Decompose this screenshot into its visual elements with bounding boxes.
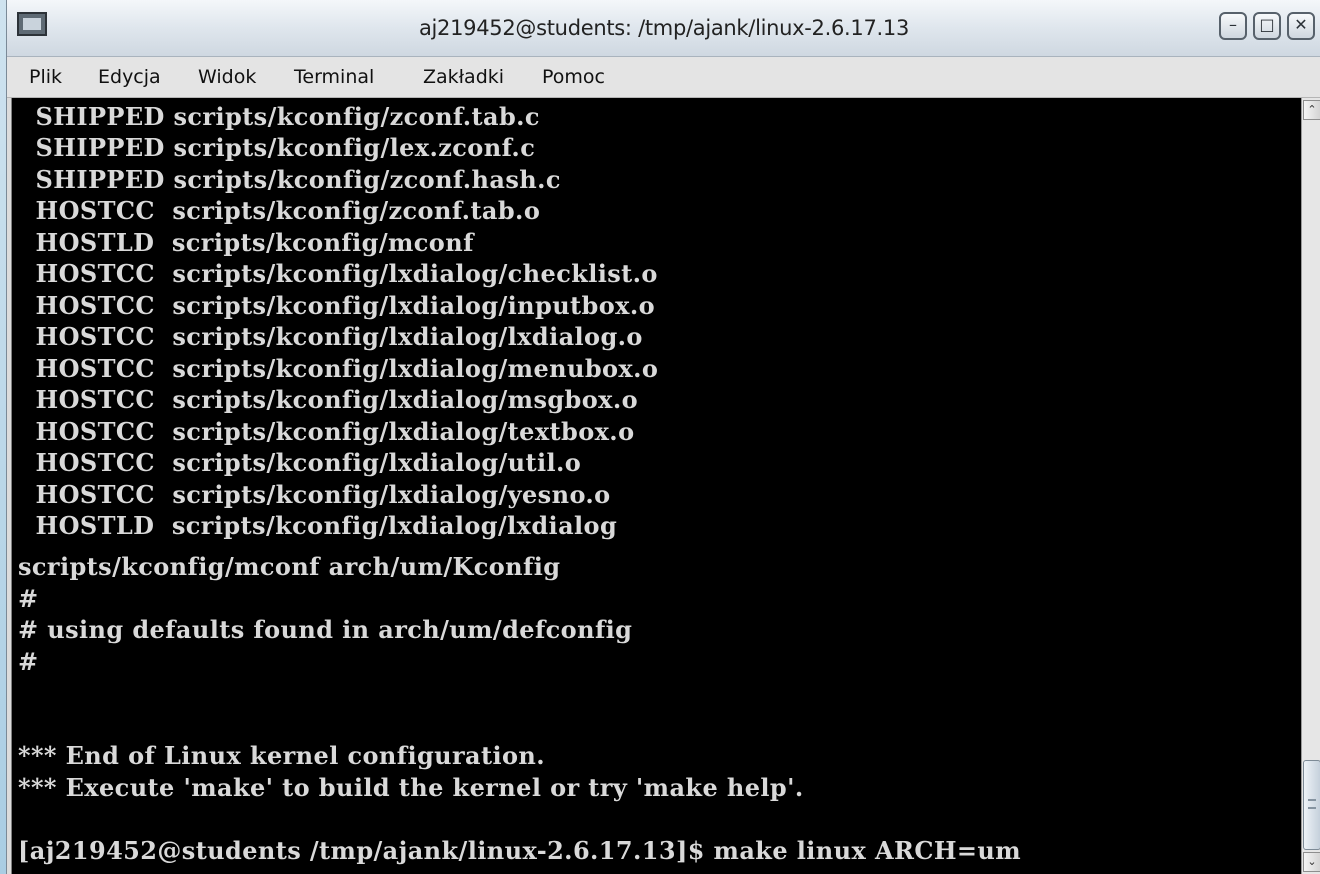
menu-edycja[interactable]: Edycja <box>98 57 161 97</box>
grip-icon <box>1308 799 1316 809</box>
title-bar[interactable]: aj219452@students: /tmp/ajank/linux-2.6.… <box>7 0 1320 57</box>
terminal-line: *** Execute 'make' to build the kernel o… <box>18 773 804 802</box>
chevron-up-icon: ⌃ <box>1307 103 1317 116</box>
terminal-line: *** End of Linux kernel configuration. <box>18 741 546 770</box>
menu-widok[interactable]: Widok <box>198 57 256 97</box>
terminal-line: HOSTLD scripts/kconfig/mconf <box>18 228 474 257</box>
terminal-line: HOSTCC scripts/kconfig/lxdialog/msgbox.o <box>18 385 639 414</box>
terminal-line: HOSTCC scripts/kconfig/lxdialog/textbox.… <box>18 417 635 446</box>
terminal-line: SHIPPED scripts/kconfig/lex.zconf.c <box>18 133 536 162</box>
terminal-line: HOSTCC scripts/kconfig/lxdialog/yesno.o <box>18 480 611 509</box>
scrollbar-thumb[interactable] <box>1303 760 1320 850</box>
menu-terminal[interactable]: Terminal <box>294 57 374 97</box>
terminal-line: HOSTCC scripts/kconfig/lxdialog/inputbox… <box>18 291 656 320</box>
close-button[interactable]: ✕ <box>1287 12 1315 40</box>
terminal-line: HOSTCC scripts/kconfig/zconf.tab.o <box>18 196 541 225</box>
chevron-down-icon: ⌄ <box>1307 855 1317 868</box>
terminal-prompt-line: [aj219452@students /tmp/ajank/linux-2.6.… <box>18 836 1022 865</box>
window-title: aj219452@students: /tmp/ajank/linux-2.6.… <box>418 16 910 40</box>
menu-pomoc[interactable]: Pomoc <box>542 57 605 97</box>
terminal-window: aj219452@students: /tmp/ajank/linux-2.6.… <box>6 0 1320 874</box>
scroll-down-button[interactable]: ⌄ <box>1303 852 1320 872</box>
terminal-line: HOSTCC scripts/kconfig/lxdialog/menubox.… <box>18 354 659 383</box>
terminal-line: HOSTLD scripts/kconfig/lxdialog/lxdialog <box>18 511 618 540</box>
terminal-line: HOSTCC scripts/kconfig/lxdialog/lxdialog… <box>18 322 643 351</box>
menu-plik[interactable]: Plik <box>29 57 62 97</box>
terminal-line: # using defaults found in arch/um/defcon… <box>18 615 633 644</box>
terminal-line: scripts/kconfig/mconf arch/um/Kconfig <box>18 552 561 581</box>
maximize-icon: □ <box>1259 15 1275 34</box>
menu-zakladki[interactable]: Zakładki <box>423 57 504 97</box>
terminal-output[interactable]: SHIPPED scripts/kconfig/zconf.tab.c SHIP… <box>11 98 1302 874</box>
terminal-line: # <box>18 584 39 613</box>
scroll-up-button[interactable]: ⌃ <box>1303 100 1320 120</box>
terminal-line: SHIPPED scripts/kconfig/zconf.tab.c <box>18 102 540 131</box>
terminal-line: HOSTCC scripts/kconfig/lxdialog/util.o <box>18 448 582 477</box>
terminal-line: # <box>18 647 39 676</box>
maximize-button[interactable]: □ <box>1253 12 1281 40</box>
vertical-scrollbar[interactable]: ⌃ ⌄ <box>1301 98 1320 874</box>
close-icon: ✕ <box>1294 15 1308 34</box>
menu-bar: Plik Edycja Widok Terminal Zakładki Pomo… <box>7 57 1320 98</box>
minimize-icon: – <box>1229 15 1237 34</box>
terminal-line: SHIPPED scripts/kconfig/zconf.hash.c <box>18 165 561 194</box>
terminal-line: HOSTCC scripts/kconfig/lxdialog/checklis… <box>18 259 658 288</box>
minimize-button[interactable]: – <box>1219 12 1247 40</box>
